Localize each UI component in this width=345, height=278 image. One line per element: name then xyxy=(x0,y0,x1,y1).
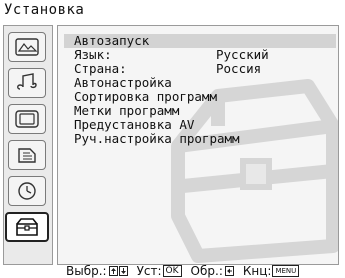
menu-item-label: Язык: xyxy=(74,47,112,62)
menu-item[interactable]: Руч.настройка программ xyxy=(64,132,336,146)
setup-icon xyxy=(16,218,38,236)
features-icon xyxy=(18,148,36,163)
sidebar-item-features[interactable] xyxy=(8,140,46,170)
menu-item[interactable]: Страна: Россия xyxy=(64,62,336,76)
up-down-arrows-icon xyxy=(108,266,128,276)
set-hint-label: Уст: xyxy=(136,264,162,278)
back-hint-label: Обр.: xyxy=(190,264,223,278)
select-hint-label: Выбр.: xyxy=(66,264,107,278)
sidebar-item-picture[interactable] xyxy=(8,32,46,62)
sidebar-item-timer[interactable] xyxy=(8,176,46,206)
menu-item[interactable]: Метки программ xyxy=(64,104,336,118)
menu-item[interactable]: Сортировка программ xyxy=(64,90,336,104)
menu-item-label: Автонастройка xyxy=(74,75,172,90)
menu-item-value: Русский xyxy=(216,47,269,62)
menu-item-label: Метки программ xyxy=(74,103,180,118)
menu-item[interactable]: Предустановка AV xyxy=(64,118,336,132)
picture-icon xyxy=(15,38,39,56)
ok-key: OK xyxy=(162,265,182,277)
menu-key: MENU xyxy=(272,265,300,277)
sidebar-item-sound[interactable] xyxy=(8,68,46,98)
menu-item-label: Руч.настройка программ xyxy=(74,131,240,146)
sidebar xyxy=(3,25,53,265)
menu-item-label: Сортировка программ xyxy=(74,89,217,104)
screen-icon xyxy=(15,110,39,128)
footer-help-bar: Выбр.: Уст: OK Обр.: Кнц: MENU xyxy=(66,264,301,278)
menu-item[interactable]: Язык: Русский xyxy=(64,48,336,62)
settings-panel: Автозапуск Язык: Русский Страна: Россия Автон… xyxy=(57,25,339,265)
exit-hint-label: Кнц: xyxy=(242,264,272,278)
sidebar-item-screen[interactable] xyxy=(8,104,46,134)
sound-icon xyxy=(17,73,37,90)
page-title: Установка xyxy=(4,2,85,18)
menu-item-label: Предустановка AV xyxy=(74,117,195,132)
timer-icon xyxy=(18,182,36,200)
menu-item-label: Автозапуск xyxy=(74,33,150,48)
menu-item-value: Россия xyxy=(216,61,262,76)
menu-item[interactable]: Автонастройка xyxy=(64,76,336,90)
menu-item[interactable]: Автозапуск xyxy=(64,34,336,48)
sidebar-item-setup[interactable] xyxy=(5,212,49,242)
left-arrow-icon xyxy=(224,266,234,276)
menu-item-label: Страна: xyxy=(74,61,127,76)
menu-list: Автозапуск Язык: Русский Страна: Россия Автон… xyxy=(64,34,336,146)
